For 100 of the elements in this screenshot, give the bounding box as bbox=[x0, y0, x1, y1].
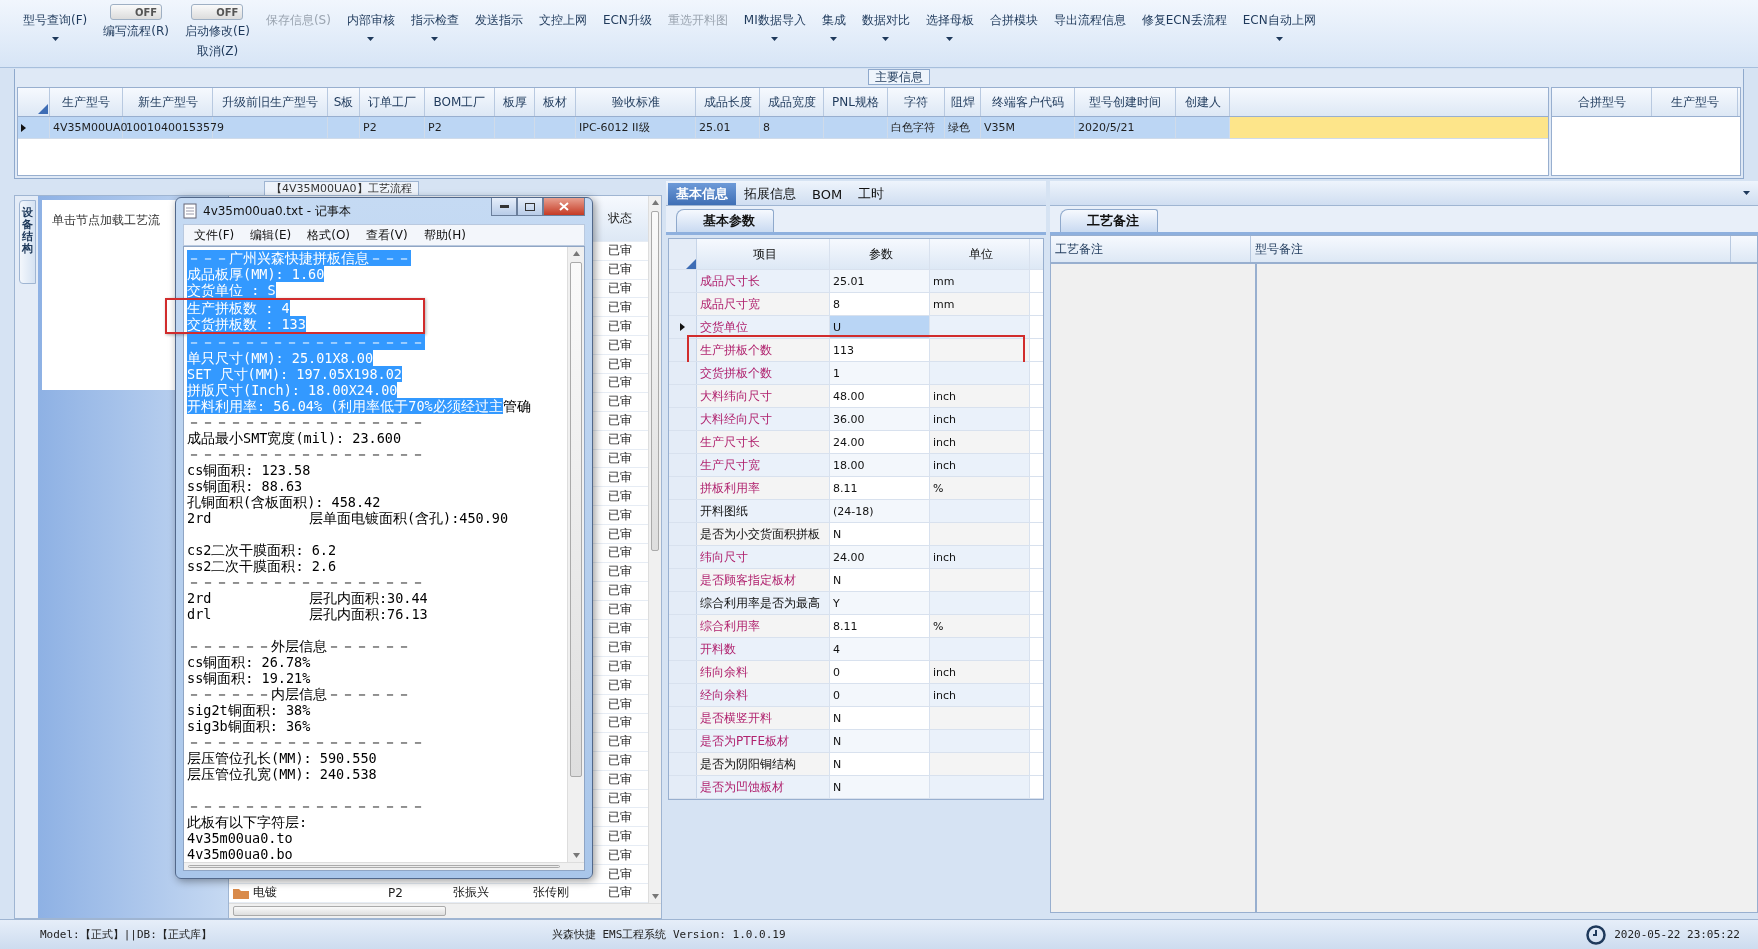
column-header[interactable]: 型号创建时间 bbox=[1075, 88, 1176, 116]
toolbar-button[interactable]: 修复ECN丢流程 bbox=[1141, 4, 1227, 29]
column-header[interactable]: 新生产型号 bbox=[123, 88, 213, 116]
property-value[interactable]: 48.00 bbox=[830, 385, 930, 407]
property-name: 成品尺寸宽 bbox=[697, 293, 830, 315]
column-header[interactable]: 验收标准 bbox=[576, 88, 696, 116]
minimize-button[interactable] bbox=[491, 198, 517, 216]
column-header[interactable]: 订单工厂 bbox=[360, 88, 425, 116]
property-value[interactable]: 36.00 bbox=[830, 408, 930, 430]
column-header[interactable]: 字符 bbox=[888, 88, 945, 116]
toolbar-button[interactable]: 内部审核 bbox=[346, 4, 395, 41]
toolbar-button[interactable]: ECN自动上网 bbox=[1242, 4, 1316, 41]
row-header[interactable] bbox=[669, 316, 697, 338]
toolbar-button[interactable]: 选择母板 bbox=[925, 4, 974, 41]
column-header[interactable]: 单位 bbox=[930, 239, 1030, 269]
column-header[interactable]: 状态 bbox=[604, 209, 648, 227]
toolbar-button[interactable]: 文控上网 bbox=[538, 4, 587, 29]
property-value[interactable]: 8.11 bbox=[830, 615, 930, 637]
property-value[interactable]: U bbox=[830, 316, 930, 338]
toolbar-button[interactable]: 合拼模块 bbox=[989, 4, 1038, 29]
menu-item[interactable]: 帮助(H) bbox=[417, 226, 472, 244]
property-value[interactable]: 0 bbox=[830, 661, 930, 683]
column-header[interactable]: 项目 bbox=[697, 239, 830, 269]
property-value[interactable]: N bbox=[830, 730, 930, 752]
property-value[interactable]: N bbox=[830, 776, 930, 798]
column-header[interactable]: 参数 bbox=[830, 239, 930, 269]
scroll-arrow-icon[interactable] bbox=[572, 853, 580, 858]
menu-item[interactable]: 格式(O) bbox=[301, 226, 357, 244]
toolbar-button[interactable]: 指示检查 bbox=[410, 4, 459, 41]
column-header[interactable]: BOM工厂 bbox=[425, 88, 495, 116]
column-header[interactable]: S板 bbox=[328, 88, 360, 116]
column-header[interactable]: 创建人 bbox=[1176, 88, 1230, 116]
scroll-arrow-icon[interactable] bbox=[651, 200, 659, 205]
column-header[interactable]: 合拼型号 bbox=[1552, 88, 1652, 116]
scroll-arrow-icon[interactable] bbox=[651, 894, 659, 899]
sub-tab[interactable]: 工艺备注 bbox=[1060, 209, 1158, 232]
panel-title[interactable]: 【4V35M00UA0】工艺流程 bbox=[264, 181, 419, 195]
toolbar-label[interactable]: 启动修改(E) bbox=[184, 23, 250, 40]
toolbar-button[interactable]: 型号查询(F) bbox=[23, 4, 88, 41]
text-line: －－－－－－外层信息－－－－－－ bbox=[187, 638, 412, 654]
close-button[interactable] bbox=[543, 198, 585, 216]
column-header[interactable]: 升级前旧生产型号 bbox=[213, 88, 328, 116]
vertical-tab[interactable]: 设备结构 bbox=[19, 200, 36, 284]
property-value[interactable]: 25.01 bbox=[830, 270, 930, 292]
column-header[interactable]: 成品宽度 bbox=[760, 88, 824, 116]
column-header[interactable]: 成品长度 bbox=[696, 88, 760, 116]
table-cell: IPC-6012 II级 bbox=[579, 120, 650, 135]
table-cell: P2 bbox=[428, 121, 442, 134]
toolbar-button[interactable]: 发送指示 bbox=[474, 4, 523, 29]
column-header[interactable]: 板材 bbox=[535, 88, 576, 116]
toolbar-button[interactable]: 导出流程信息 bbox=[1053, 4, 1126, 29]
column-header[interactable]: 生产型号 bbox=[50, 88, 123, 116]
property-value[interactable]: 1 bbox=[830, 362, 930, 384]
note-field[interactable] bbox=[1050, 263, 1256, 913]
property-name: 是否为小交货面积拼板 bbox=[697, 523, 830, 545]
property-value[interactable]: 8.11 bbox=[830, 477, 930, 499]
tab[interactable]: BOM bbox=[804, 183, 851, 205]
property-value[interactable]: 4 bbox=[830, 638, 930, 660]
note-field[interactable] bbox=[1256, 263, 1758, 913]
column-header[interactable]: 阻焊 bbox=[945, 88, 981, 116]
toolbar-button[interactable]: 集成 bbox=[821, 4, 846, 41]
column-header[interactable]: 终端客户代码 bbox=[981, 88, 1075, 116]
column-header[interactable]: PNL规格 bbox=[824, 88, 888, 116]
property-value[interactable]: 8 bbox=[830, 293, 930, 315]
menu-item[interactable]: 编辑(E) bbox=[244, 226, 298, 244]
menu-item[interactable]: 查看(V) bbox=[360, 226, 414, 244]
table-row[interactable]: 4V35M00UA010010400153579 P2 P2 IPC-6012 II级 25.01 8 白色字符 绿色 V35M 2020/5/21 bbox=[18, 117, 1548, 139]
sub-tab[interactable]: 基本参数 bbox=[676, 209, 774, 232]
property-value[interactable]: 24.00 bbox=[830, 431, 930, 453]
property-value[interactable]: 18.00 bbox=[830, 454, 930, 476]
status-cell-text: 已审 bbox=[607, 620, 633, 637]
toolbar-button[interactable]: ECN升级 bbox=[602, 4, 652, 29]
status-cell-text: 已审 bbox=[607, 298, 633, 316]
tab[interactable]: 拓展信息 bbox=[736, 183, 804, 205]
property-value[interactable]: Y bbox=[830, 592, 930, 614]
tab[interactable]: 工时 bbox=[850, 183, 893, 205]
text-line: ss铜面积: 19.21% bbox=[187, 670, 312, 686]
caret-icon bbox=[1743, 191, 1750, 195]
property-value[interactable]: 0 bbox=[830, 684, 930, 706]
scroll-arrow-icon[interactable] bbox=[572, 251, 580, 256]
toolbar-label[interactable]: 编写流程(R) bbox=[103, 23, 169, 40]
maximize-button[interactable] bbox=[517, 198, 543, 216]
text-line: 层压管位孔长(MM): 590.550 bbox=[187, 750, 378, 766]
unit-cell: inch bbox=[930, 408, 1030, 430]
toolbar-button[interactable]: 数据对比 bbox=[861, 4, 910, 41]
status-text: Model:【正式】||DB:【正式库】 bbox=[40, 927, 212, 942]
toggle-switch[interactable]: OFF bbox=[110, 4, 163, 20]
toolbar-label[interactable]: 取消(Z) bbox=[196, 43, 239, 60]
property-value[interactable]: 24.00 bbox=[830, 546, 930, 568]
property-name: 交货拼板个数 bbox=[697, 362, 830, 384]
column-header[interactable]: 板厚 bbox=[495, 88, 535, 116]
column-header[interactable]: 生产型号 bbox=[1652, 88, 1738, 116]
unit-cell: inch bbox=[930, 454, 1030, 476]
caret-icon bbox=[946, 37, 954, 41]
property-value[interactable]: (24-18) bbox=[830, 500, 930, 522]
caret-icon bbox=[882, 37, 890, 41]
tab[interactable]: 基本信息 bbox=[668, 183, 736, 205]
toolbar-button[interactable]: MI数据导入 bbox=[743, 4, 806, 41]
toggle-switch[interactable]: OFF bbox=[191, 4, 244, 20]
text-line: sig3b铜面积: 36% bbox=[187, 718, 312, 734]
